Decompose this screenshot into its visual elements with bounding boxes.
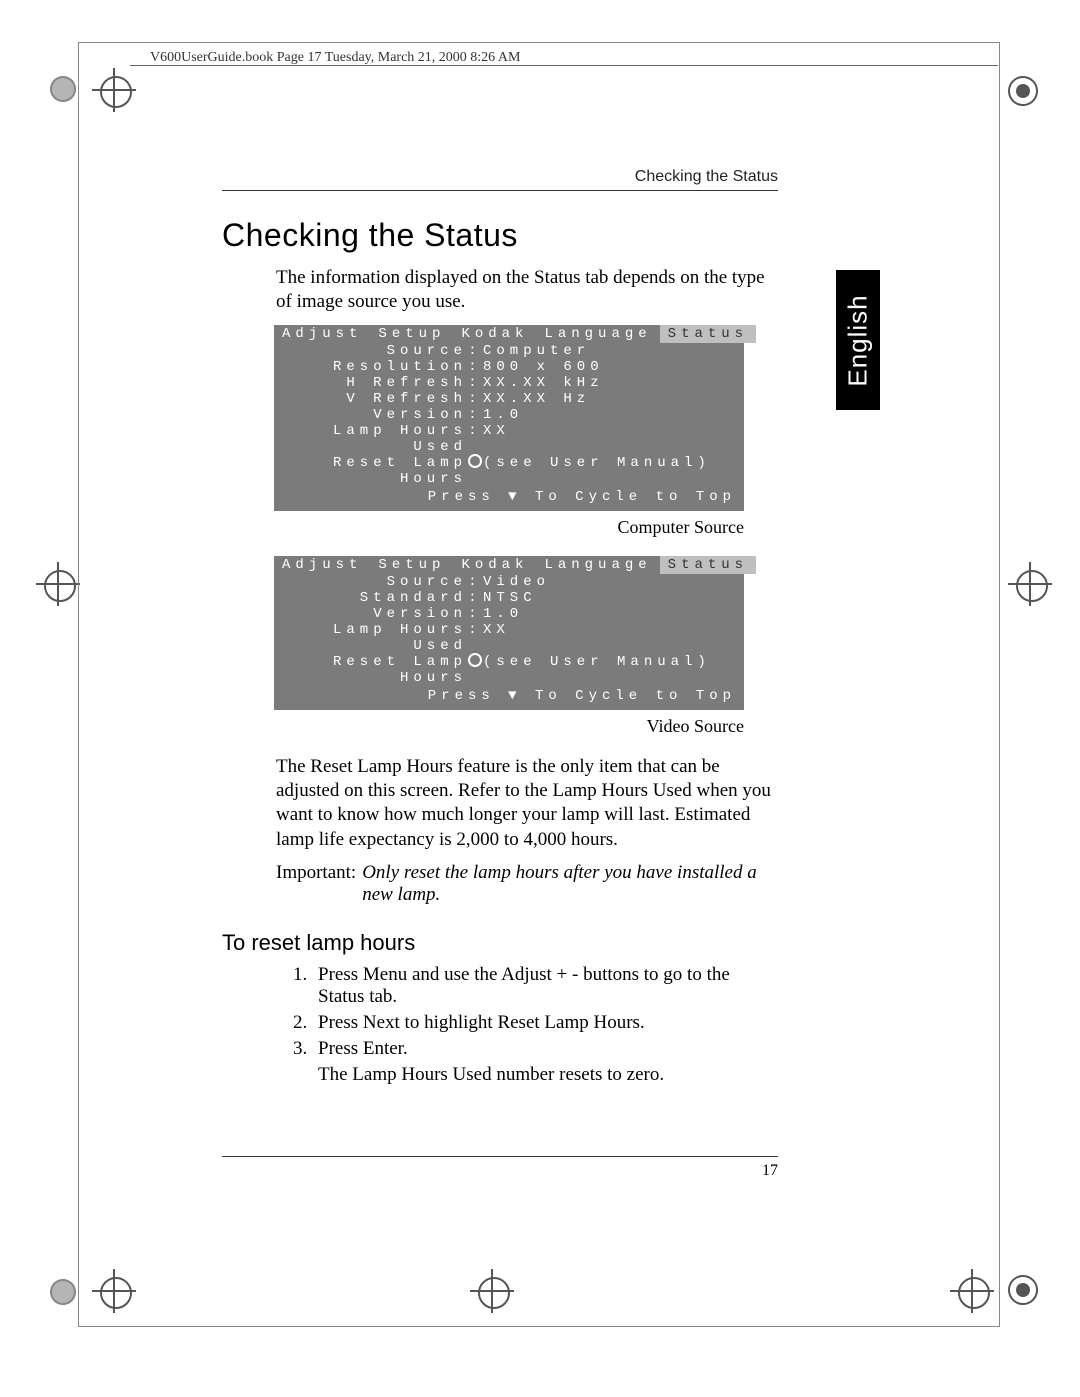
osd-caption-video: Video Source [222, 716, 744, 737]
crop-mark [1008, 1275, 1038, 1305]
osd-tab-setup: Setup [370, 556, 453, 574]
osd-tab-kodak: Kodak [453, 556, 536, 574]
osd-tab-language: Language [536, 556, 659, 574]
important-label: Important: [276, 862, 356, 906]
important-note: Important: Only reset the lamp hours aft… [222, 862, 778, 906]
osd-row: H Refresh:XX.XX kHz [274, 375, 744, 391]
step-1: Press Menu and use the Adjust + - button… [312, 964, 778, 1008]
osd-row: Lamp Hours Used:XX [274, 423, 744, 455]
osd-screenshot-computer: Adjust Setup Kodak Language Status Sourc… [274, 325, 744, 511]
osd-row: Version:1.0 [274, 407, 744, 423]
header-stamp: V600UserGuide.book Page 17 Tuesday, Marc… [150, 50, 520, 66]
language-thumb-tab: English [836, 270, 880, 410]
osd-row: Source:Computer [274, 343, 744, 359]
crop-mark [1008, 562, 1052, 606]
osd-row: Standard:NTSC [274, 590, 744, 606]
running-head: Checking the Status [222, 168, 778, 186]
osd-tab-kodak: Kodak [453, 325, 536, 343]
crop-mark [36, 562, 80, 606]
osd-row: Reset Lamp Hours(see User Manual) [274, 455, 744, 487]
header-underline [222, 190, 778, 191]
osd-tab-status: Status [660, 556, 756, 574]
step-3: Press Enter. [312, 1038, 778, 1060]
footer-rule [222, 1156, 778, 1157]
paragraph-reset-info: The Reset Lamp Hours feature is the only… [222, 755, 778, 852]
osd-row: Reset Lamp Hours(see User Manual) [274, 654, 744, 686]
crop-mark [50, 1279, 76, 1305]
language-tab-label: English [843, 294, 874, 386]
osd-row: Lamp Hours Used:XX [274, 622, 744, 654]
osd-caption-computer: Computer Source [222, 517, 744, 538]
osd-tab-adjust: Adjust [274, 325, 370, 343]
page-title: Checking the Status [222, 217, 778, 254]
osd-row: Version:1.0 [274, 606, 744, 622]
step-2: Press Next to highlight Reset Lamp Hours… [312, 1012, 778, 1034]
subtitle-reset-lamp: To reset lamp hours [222, 930, 778, 956]
osd-footer: Press ▼ To Cycle to Top [274, 686, 744, 706]
osd-row: Source:Video [274, 574, 744, 590]
osd-rows: Source:VideoStandard:NTSCVersion:1.0Lamp… [274, 574, 744, 686]
intro-paragraph: The information displayed on the Status … [222, 266, 778, 315]
osd-footer: Press ▼ To Cycle to Top [274, 487, 744, 507]
osd-tab-language: Language [536, 325, 659, 343]
step-result: The Lamp Hours Used number resets to zer… [222, 1064, 778, 1086]
osd-row: V Refresh:XX.XX Hz [274, 391, 744, 407]
osd-tab-status: Status [660, 325, 756, 343]
osd-tab-setup: Setup [370, 325, 453, 343]
steps-list: Press Menu and use the Adjust + - button… [222, 964, 778, 1060]
osd-tab-adjust: Adjust [274, 556, 370, 574]
crop-mark [1008, 76, 1038, 106]
osd-row: Resolution:800 x 600 [274, 359, 744, 375]
page-number: 17 [222, 1162, 778, 1180]
osd-screenshot-video: Adjust Setup Kodak Language Status Sourc… [274, 556, 744, 710]
important-text: Only reset the lamp hours after you have… [362, 862, 778, 906]
crop-mark [50, 76, 76, 102]
osd-rows: Source:ComputerResolution:800 x 600H Ref… [274, 343, 744, 487]
